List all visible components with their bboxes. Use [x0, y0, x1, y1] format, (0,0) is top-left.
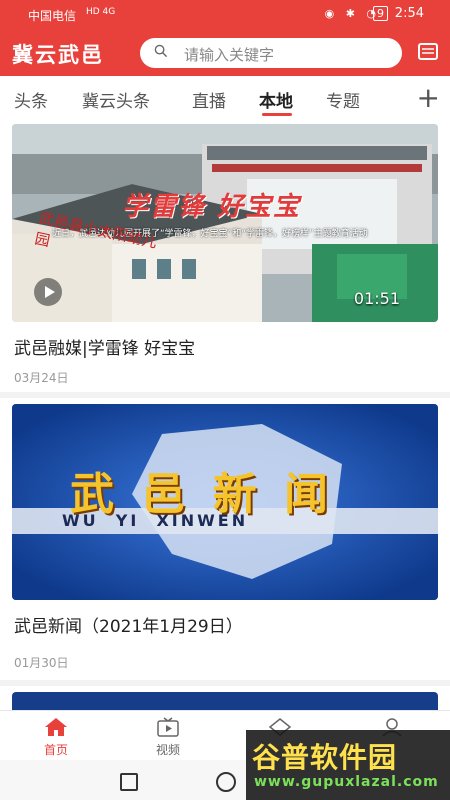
tv-icon — [157, 717, 179, 737]
home-button[interactable] — [216, 772, 236, 792]
channel-tabs: 头条 冀云头条 直播 本地 专题 + — [0, 76, 450, 120]
tab-topics[interactable]: 专题 — [326, 87, 360, 112]
search-placeholder: 请输入关键字 — [184, 46, 275, 64]
video-thumbnail[interactable]: 学雷锋 好宝宝 近日，武邑达幼儿园开展了“学雷锋，好宝宝”和“学雷锋，好榜样”主… — [12, 124, 438, 322]
video-thumbnail[interactable]: 武 邑 新 闻 WU YI XINWEN — [12, 404, 438, 600]
app-bar: 冀云武邑 请输入关键字 — [0, 30, 450, 76]
battery-icon: 9 — [373, 6, 388, 21]
news-date: 03月24日 — [14, 371, 69, 385]
status-icons: ◉ ✱ ◔ — [324, 7, 380, 20]
nav-home[interactable]: 首页 — [0, 711, 112, 761]
news-date: 01月30日 — [14, 656, 69, 670]
news-title[interactable]: 武邑融媒|学雷锋 好宝宝 — [14, 334, 195, 359]
watermark-url: www.gupuxlazal.com — [254, 774, 439, 790]
tab-toutiao[interactable]: 头条 — [14, 87, 48, 112]
watermark-title: 谷普软件园 — [252, 741, 398, 774]
carrier-label: 中国电信 — [28, 9, 77, 23]
play-icon[interactable] — [34, 278, 62, 306]
tab-local[interactable]: 本地 — [259, 87, 293, 112]
news-card[interactable]: 武 邑 新 闻 WU YI XINWEN 武邑新闻（2021年1月29日） 01… — [0, 398, 450, 680]
search-input[interactable]: 请输入关键字 — [140, 38, 402, 68]
news-title[interactable]: 武邑新闻（2021年1月29日） — [14, 612, 243, 637]
tab-live[interactable]: 直播 — [192, 87, 226, 112]
home-icon — [45, 718, 67, 736]
nav-video-label: 视频 — [155, 743, 180, 757]
add-channel-icon[interactable]: + — [417, 81, 440, 114]
tab-jiyun-toutiao[interactable]: 冀云头条 — [82, 87, 150, 112]
news-card[interactable]: 学雷锋 好宝宝 近日，武邑达幼儿园开展了“学雷锋，好宝宝”和“学雷锋，好榜样”主… — [0, 120, 450, 392]
recent-apps-button[interactable] — [120, 773, 138, 791]
news-card[interactable] — [0, 686, 450, 710]
clock: 2:54 — [394, 6, 424, 21]
active-tab-indicator — [262, 113, 292, 116]
network-indicator: HD 4G — [86, 7, 116, 17]
news-feed[interactable]: 学雷锋 好宝宝 近日，武邑达幼儿园开展了“学雷锋，好宝宝”和“学雷锋，好榜样”主… — [0, 120, 450, 710]
video-thumbnail[interactable] — [12, 692, 438, 710]
message-icon[interactable] — [418, 43, 438, 61]
site-watermark: 谷普软件园 www.gupuxlazal.com — [246, 730, 450, 800]
video-duration: 01:51 — [353, 289, 400, 308]
search-icon — [154, 44, 168, 58]
status-bar: 中国电信 HD 4G ◉ ✱ ◔ 9 2:54 — [0, 0, 450, 30]
app-logo: 冀云武邑 — [12, 43, 104, 67]
thumbnail-banner: 学雷锋 好宝宝 — [122, 192, 302, 222]
thumbnail-pinyin: WU YI XINWEN — [62, 511, 249, 530]
nav-video[interactable]: 视频 — [112, 711, 224, 761]
nav-home-label: 首页 — [43, 743, 68, 757]
